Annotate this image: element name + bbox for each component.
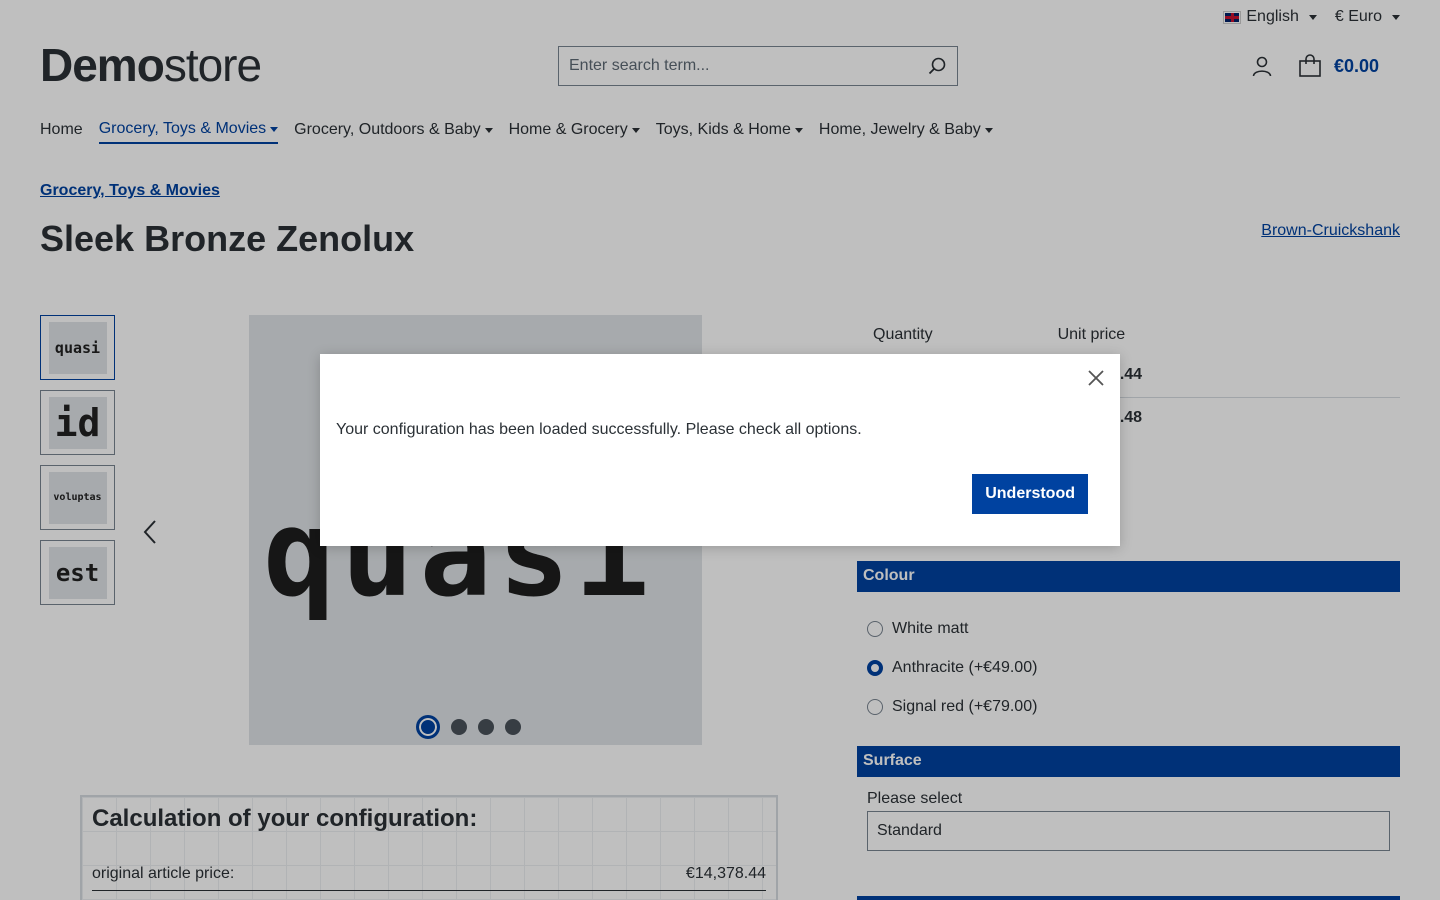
understood-button[interactable]: Understood xyxy=(972,474,1088,514)
close-icon[interactable] xyxy=(1086,368,1106,388)
notification-modal: Your configuration has been loaded succe… xyxy=(320,354,1120,546)
modal-message: Your configuration has been loaded succe… xyxy=(336,421,862,438)
